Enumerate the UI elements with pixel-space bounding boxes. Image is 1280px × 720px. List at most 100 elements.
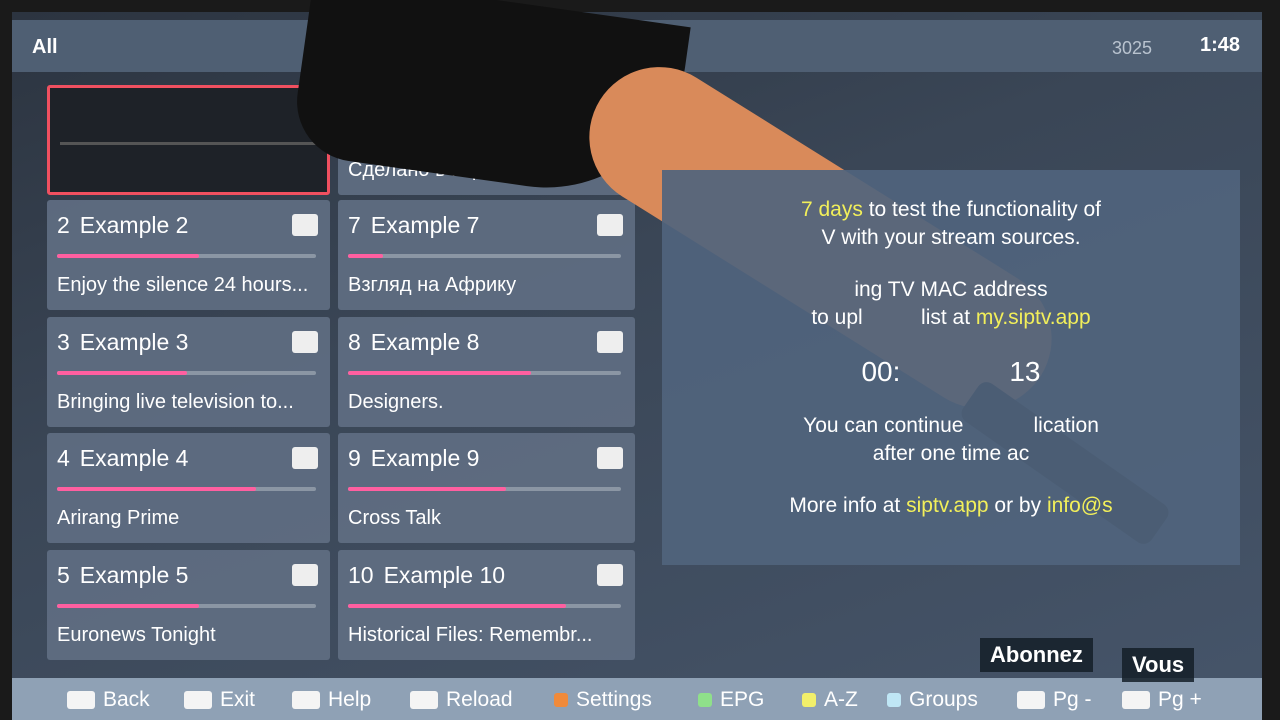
- green-logo-icon: [597, 447, 623, 469]
- mysiptv-link[interactable]: my.siptv.app: [976, 306, 1091, 329]
- channel-number: 2: [57, 212, 70, 238]
- key-label: Help: [328, 688, 372, 711]
- channel-tile[interactable]: 8 Example 8 Designers.: [338, 317, 635, 427]
- channel-number: 9: [348, 445, 361, 471]
- group-label[interactable]: All: [32, 36, 58, 59]
- diamond-logo-icon: [597, 331, 623, 353]
- program-progress: [60, 142, 317, 145]
- key-label: Pg -: [1053, 688, 1092, 711]
- trial-info-panel: 7 days to test the functionality of V wi…: [662, 170, 1240, 565]
- subscribe-overlay[interactable]: Abonnez: [980, 638, 1093, 672]
- program-title: Euronews Tonight: [57, 624, 216, 646]
- remote-key-icon: [292, 691, 320, 709]
- remote-key-icon: [1017, 691, 1045, 709]
- channel-number: 4: [57, 445, 70, 471]
- silence-logo-icon: [292, 214, 318, 236]
- key-label: A-Z: [824, 688, 858, 711]
- program-progress: [57, 371, 316, 375]
- channel-number: 3: [57, 329, 70, 355]
- progress-fill: [348, 604, 567, 608]
- remote-key-icon: [1122, 691, 1150, 709]
- progress-fill: [57, 254, 200, 258]
- channel-title: 8 Example 8: [348, 329, 479, 356]
- key-settings[interactable]: Settings: [554, 688, 652, 712]
- email-link[interactable]: info@s: [1047, 494, 1113, 517]
- key-label: Groups: [909, 688, 978, 711]
- more-info-text: More info at: [789, 494, 907, 517]
- progress-fill: [57, 487, 257, 491]
- key-pgminus[interactable]: Pg -: [1017, 688, 1092, 712]
- channel-name: Example 5: [79, 562, 189, 588]
- clock: 1:48: [1199, 34, 1240, 56]
- key-label: Settings: [576, 688, 652, 711]
- remote-key-icon: [802, 693, 816, 707]
- upload-text-2: list at: [921, 306, 976, 329]
- channel-title: 7 Example 7: [348, 212, 479, 239]
- timer: 00:: [861, 356, 901, 387]
- key-help[interactable]: Help: [292, 688, 371, 712]
- key-label: Exit: [220, 688, 256, 711]
- channel-title: 2 Example 2: [57, 212, 188, 239]
- mac-text: ing TV MAC address: [854, 278, 1048, 301]
- siptv-link[interactable]: siptv.app: [906, 494, 989, 517]
- channel-tile[interactable]: 2 Example 2 Enjoy the silence 24 hours...: [47, 200, 330, 310]
- white-logo-icon: [597, 214, 623, 236]
- channel-tile[interactable]: 7 Example 7 Взгляд на Африку: [338, 200, 635, 310]
- continue-text: You can continue: [803, 414, 964, 437]
- continue-text-2: lication: [1033, 414, 1099, 437]
- subscribe-overlay-2[interactable]: Vous: [1122, 648, 1195, 682]
- channel-number: 10: [348, 562, 374, 588]
- channel-name: Example 8: [370, 329, 480, 355]
- trial-text: to test the functionality of: [862, 198, 1101, 221]
- key-pgplus[interactable]: Pg +: [1122, 688, 1202, 712]
- program-progress: [348, 487, 621, 491]
- key-groups[interactable]: Groups: [887, 688, 978, 712]
- program-progress: [57, 487, 316, 491]
- key-exit[interactable]: Exit: [184, 688, 255, 712]
- progress-fill: [57, 604, 200, 608]
- channel-name: Example 3: [79, 329, 189, 355]
- channel-number: 8: [348, 329, 361, 355]
- remote-key-icon: [410, 691, 438, 709]
- channel-tile[interactable]: 10 Example 10 Historical Files: Remembr...: [338, 550, 635, 660]
- remote-key-icon: [184, 691, 212, 709]
- trial-days: 7 days: [800, 198, 863, 221]
- key-label: Reload: [446, 688, 513, 711]
- channel-number-input: 3025: [1111, 38, 1152, 58]
- progress-fill: [348, 487, 507, 491]
- program-title: Historical Files: Remembr...: [348, 624, 593, 646]
- channel-tile[interactable]: [47, 85, 330, 195]
- channel-title: 4 Example 4: [57, 445, 188, 472]
- program-title: Bringing live television to...: [57, 391, 294, 413]
- channel-name: Example 7: [370, 212, 480, 238]
- remote-key-icon: [698, 693, 712, 707]
- activation-text: after one time ac: [872, 442, 1030, 465]
- euronews-logo-icon: [292, 564, 318, 586]
- channel-tile[interactable]: 4 Example 4 Arirang Prime: [47, 433, 330, 543]
- key-a-z[interactable]: A-Z: [802, 688, 858, 712]
- program-title: Enjoy the silence 24 hours...: [57, 274, 309, 296]
- remote-key-icon: [887, 693, 901, 707]
- channel-title: 5 Example 5: [57, 562, 188, 589]
- channel-title: 9 Example 9: [348, 445, 479, 472]
- arirang-logo-icon: [292, 447, 318, 469]
- channel-tile[interactable]: 9 Example 9 Cross Talk: [338, 433, 635, 543]
- colorful-logo-icon: [292, 331, 318, 353]
- key-back[interactable]: Back: [67, 688, 150, 712]
- progress-fill: [57, 371, 187, 375]
- program-progress: [348, 371, 621, 375]
- channel-number: 7: [348, 212, 361, 238]
- program-title: Designers.: [348, 391, 444, 413]
- channel-tile[interactable]: 3 Example 3 Bringing live television to...: [47, 317, 330, 427]
- key-label: EPG: [720, 688, 765, 711]
- channel-tile[interactable]: 5 Example 5 Euronews Tonight: [47, 550, 330, 660]
- key-label: Back: [103, 688, 150, 711]
- key-epg[interactable]: EPG: [698, 688, 764, 712]
- channel-name: Example 9: [370, 445, 480, 471]
- program-progress: [57, 604, 316, 608]
- key-reload[interactable]: Reload: [410, 688, 513, 712]
- channel-number: 5: [57, 562, 70, 588]
- channel-title: 3 Example 3: [57, 329, 188, 356]
- program-progress: [57, 254, 316, 258]
- green-tv-logo-icon: [597, 564, 623, 586]
